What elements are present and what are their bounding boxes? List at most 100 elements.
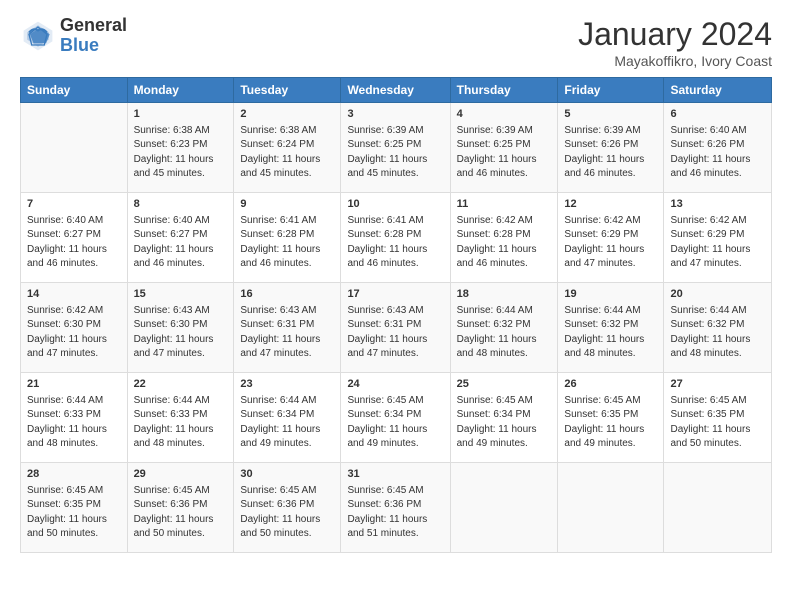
daylight-text: Daylight: 11 hours and 47 minutes.	[134, 333, 228, 362]
sunset-text: Sunset: 6:34 PM	[240, 408, 334, 423]
daylight-text: Daylight: 11 hours and 46 minutes.	[240, 243, 334, 272]
sunset-text: Sunset: 6:34 PM	[457, 408, 552, 423]
calendar-cell: 16Sunrise: 6:43 AMSunset: 6:31 PMDayligh…	[234, 283, 341, 373]
sunrise-text: Sunrise: 6:38 AM	[134, 124, 228, 139]
sunrise-text: Sunrise: 6:39 AM	[564, 124, 657, 139]
day-number: 11	[457, 197, 552, 213]
sunset-text: Sunset: 6:25 PM	[457, 138, 552, 153]
calendar-cell: 21Sunrise: 6:44 AMSunset: 6:33 PMDayligh…	[21, 373, 128, 463]
calendar-cell: 4Sunrise: 6:39 AMSunset: 6:25 PMDaylight…	[450, 103, 558, 193]
sunset-text: Sunset: 6:32 PM	[670, 318, 765, 333]
calendar-cell	[21, 103, 128, 193]
page: General Blue January 2024 Mayakoffikro, …	[0, 0, 792, 569]
daylight-text: Daylight: 11 hours and 50 minutes.	[27, 513, 121, 542]
daylight-text: Daylight: 11 hours and 49 minutes.	[457, 423, 552, 452]
sunrise-text: Sunrise: 6:42 AM	[670, 214, 765, 229]
daylight-text: Daylight: 11 hours and 46 minutes.	[564, 153, 657, 182]
calendar-cell: 3Sunrise: 6:39 AMSunset: 6:25 PMDaylight…	[341, 103, 450, 193]
calendar-week-row: 21Sunrise: 6:44 AMSunset: 6:33 PMDayligh…	[21, 373, 772, 463]
daylight-text: Daylight: 11 hours and 48 minutes.	[564, 333, 657, 362]
calendar-cell	[664, 463, 772, 553]
sunset-text: Sunset: 6:30 PM	[27, 318, 121, 333]
location-subtitle: Mayakoffikro, Ivory Coast	[578, 53, 772, 69]
header-day-friday: Friday	[558, 78, 664, 103]
daylight-text: Daylight: 11 hours and 46 minutes.	[134, 243, 228, 272]
sunset-text: Sunset: 6:30 PM	[134, 318, 228, 333]
day-number: 4	[457, 107, 552, 123]
sunset-text: Sunset: 6:34 PM	[347, 408, 443, 423]
sunset-text: Sunset: 6:35 PM	[564, 408, 657, 423]
day-number: 15	[134, 287, 228, 303]
daylight-text: Daylight: 11 hours and 47 minutes.	[564, 243, 657, 272]
day-number: 7	[27, 197, 121, 213]
sunset-text: Sunset: 6:26 PM	[670, 138, 765, 153]
calendar-week-row: 14Sunrise: 6:42 AMSunset: 6:30 PMDayligh…	[21, 283, 772, 373]
daylight-text: Daylight: 11 hours and 46 minutes.	[670, 153, 765, 182]
calendar-cell: 18Sunrise: 6:44 AMSunset: 6:32 PMDayligh…	[450, 283, 558, 373]
calendar-cell: 27Sunrise: 6:45 AMSunset: 6:35 PMDayligh…	[664, 373, 772, 463]
sunrise-text: Sunrise: 6:45 AM	[27, 484, 121, 499]
daylight-text: Daylight: 11 hours and 48 minutes.	[670, 333, 765, 362]
sunset-text: Sunset: 6:24 PM	[240, 138, 334, 153]
sunrise-text: Sunrise: 6:45 AM	[347, 394, 443, 409]
sunset-text: Sunset: 6:32 PM	[564, 318, 657, 333]
calendar-cell: 2Sunrise: 6:38 AMSunset: 6:24 PMDaylight…	[234, 103, 341, 193]
day-number: 6	[670, 107, 765, 123]
calendar-table: SundayMondayTuesdayWednesdayThursdayFrid…	[20, 77, 772, 553]
sunrise-text: Sunrise: 6:39 AM	[347, 124, 443, 139]
sunrise-text: Sunrise: 6:44 AM	[564, 304, 657, 319]
calendar-cell	[558, 463, 664, 553]
sunset-text: Sunset: 6:35 PM	[27, 498, 121, 513]
calendar-cell: 1Sunrise: 6:38 AMSunset: 6:23 PMDaylight…	[127, 103, 234, 193]
day-number: 17	[347, 287, 443, 303]
sunrise-text: Sunrise: 6:44 AM	[670, 304, 765, 319]
calendar-cell: 24Sunrise: 6:45 AMSunset: 6:34 PMDayligh…	[341, 373, 450, 463]
sunset-text: Sunset: 6:31 PM	[347, 318, 443, 333]
sunrise-text: Sunrise: 6:39 AM	[457, 124, 552, 139]
day-number: 20	[670, 287, 765, 303]
calendar-header-row: SundayMondayTuesdayWednesdayThursdayFrid…	[21, 78, 772, 103]
header: General Blue January 2024 Mayakoffikro, …	[20, 16, 772, 69]
logo-text: General Blue	[60, 16, 127, 56]
calendar-cell: 14Sunrise: 6:42 AMSunset: 6:30 PMDayligh…	[21, 283, 128, 373]
header-day-monday: Monday	[127, 78, 234, 103]
day-number: 12	[564, 197, 657, 213]
day-number: 27	[670, 377, 765, 393]
day-number: 25	[457, 377, 552, 393]
logo: General Blue	[20, 16, 127, 56]
day-number: 8	[134, 197, 228, 213]
day-number: 16	[240, 287, 334, 303]
daylight-text: Daylight: 11 hours and 47 minutes.	[347, 333, 443, 362]
day-number: 21	[27, 377, 121, 393]
sunset-text: Sunset: 6:36 PM	[347, 498, 443, 513]
calendar-cell: 22Sunrise: 6:44 AMSunset: 6:33 PMDayligh…	[127, 373, 234, 463]
day-number: 1	[134, 107, 228, 123]
header-day-thursday: Thursday	[450, 78, 558, 103]
sunset-text: Sunset: 6:25 PM	[347, 138, 443, 153]
sunset-text: Sunset: 6:29 PM	[564, 228, 657, 243]
sunrise-text: Sunrise: 6:38 AM	[240, 124, 334, 139]
header-day-tuesday: Tuesday	[234, 78, 341, 103]
sunrise-text: Sunrise: 6:41 AM	[347, 214, 443, 229]
daylight-text: Daylight: 11 hours and 48 minutes.	[134, 423, 228, 452]
sunset-text: Sunset: 6:28 PM	[240, 228, 334, 243]
daylight-text: Daylight: 11 hours and 46 minutes.	[457, 153, 552, 182]
day-number: 30	[240, 467, 334, 483]
calendar-cell: 31Sunrise: 6:45 AMSunset: 6:36 PMDayligh…	[341, 463, 450, 553]
daylight-text: Daylight: 11 hours and 50 minutes.	[240, 513, 334, 542]
sunrise-text: Sunrise: 6:45 AM	[670, 394, 765, 409]
calendar-week-row: 7Sunrise: 6:40 AMSunset: 6:27 PMDaylight…	[21, 193, 772, 283]
sunrise-text: Sunrise: 6:45 AM	[457, 394, 552, 409]
logo-general-text: General	[60, 16, 127, 36]
month-title: January 2024	[578, 16, 772, 53]
sunrise-text: Sunrise: 6:45 AM	[564, 394, 657, 409]
day-number: 23	[240, 377, 334, 393]
calendar-cell: 7Sunrise: 6:40 AMSunset: 6:27 PMDaylight…	[21, 193, 128, 283]
sunrise-text: Sunrise: 6:40 AM	[670, 124, 765, 139]
day-number: 18	[457, 287, 552, 303]
sunrise-text: Sunrise: 6:42 AM	[564, 214, 657, 229]
daylight-text: Daylight: 11 hours and 48 minutes.	[27, 423, 121, 452]
calendar-cell: 26Sunrise: 6:45 AMSunset: 6:35 PMDayligh…	[558, 373, 664, 463]
sunrise-text: Sunrise: 6:44 AM	[27, 394, 121, 409]
day-number: 28	[27, 467, 121, 483]
